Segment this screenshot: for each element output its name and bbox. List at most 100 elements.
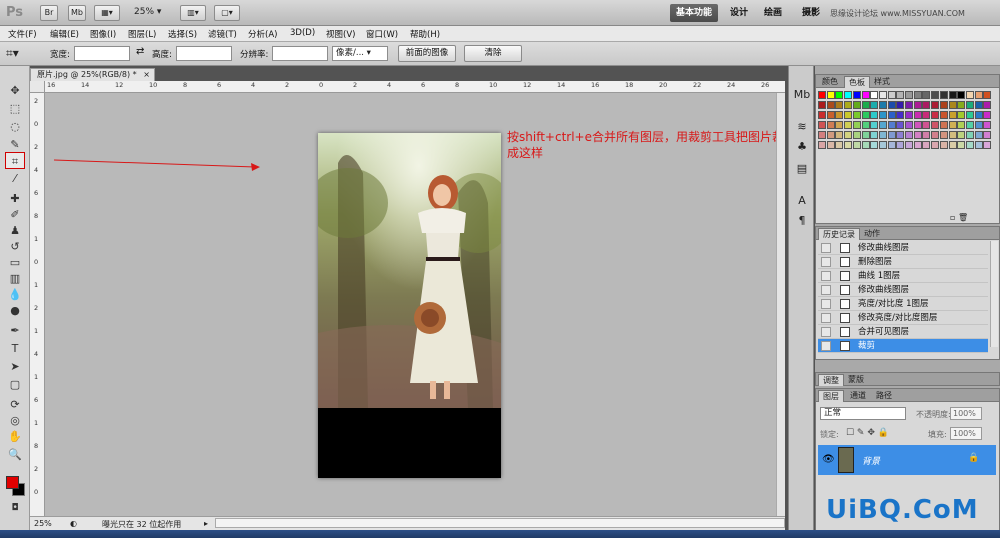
color-swatch[interactable] xyxy=(974,91,983,99)
clone-source-panel-icon[interactable]: ♣ xyxy=(793,138,811,156)
color-swatch[interactable] xyxy=(905,101,913,109)
foreground-color-swatch[interactable] xyxy=(6,476,19,489)
history-item[interactable]: 修改曲线图层 xyxy=(818,283,988,297)
color-swatch[interactable] xyxy=(913,121,922,129)
color-swatch[interactable] xyxy=(922,91,931,99)
color-swatch[interactable] xyxy=(835,111,844,119)
color-swatch[interactable] xyxy=(939,121,948,129)
history-item[interactable]: 修改曲线图层 xyxy=(818,241,988,255)
color-swatch[interactable] xyxy=(878,141,887,149)
color-swatch[interactable] xyxy=(887,101,896,109)
workspace-painting[interactable]: 绘画 xyxy=(758,4,788,22)
height-input[interactable] xyxy=(176,46,232,61)
crop-tool-icon[interactable]: ⌗ xyxy=(5,152,25,169)
color-swatch[interactable] xyxy=(965,111,974,119)
opacity-input[interactable]: 100% xyxy=(950,407,982,420)
tool-presets-panel-icon[interactable]: ▤ xyxy=(793,160,811,178)
brush-presets-panel-icon[interactable]: ≋ xyxy=(793,118,811,136)
horizontal-scrollbar[interactable] xyxy=(215,518,785,528)
history-snapshot-checkbox[interactable] xyxy=(821,257,831,267)
color-swatch[interactable] xyxy=(818,141,826,149)
menu-window[interactable]: 窗口(W) xyxy=(366,28,398,40)
history-item[interactable]: 删除图层 xyxy=(818,255,988,269)
menu-edit[interactable]: 编辑(E) xyxy=(50,28,79,40)
3d-orbit-tool-icon[interactable]: ◎ xyxy=(5,412,25,429)
menu-layer[interactable]: 图层(L) xyxy=(128,28,156,40)
color-swatch[interactable] xyxy=(948,131,957,139)
brush-tool-icon[interactable]: ✐ xyxy=(5,206,25,223)
color-swatch[interactable] xyxy=(818,91,826,99)
color-swatch[interactable] xyxy=(852,121,861,129)
color-swatch[interactable] xyxy=(922,101,931,109)
color-swatch[interactable] xyxy=(878,111,887,119)
menu-file[interactable]: 文件(F) xyxy=(8,28,37,40)
vertical-scrollbar[interactable] xyxy=(776,93,785,516)
layer-visibility-eye-icon[interactable]: 👁 xyxy=(822,454,835,465)
lock-icons[interactable]: ☐ ✎ ✥ 🔒 xyxy=(846,428,889,438)
color-swatch[interactable] xyxy=(939,91,948,99)
color-swatch[interactable] xyxy=(835,101,844,109)
color-swatch[interactable] xyxy=(948,101,957,109)
color-swatch[interactable] xyxy=(878,121,887,129)
color-swatch[interactable] xyxy=(861,141,870,149)
move-tool-icon[interactable]: ✥ xyxy=(5,82,25,99)
menu-view[interactable]: 视图(V) xyxy=(326,28,355,40)
color-swatch[interactable] xyxy=(878,91,887,99)
menu-3d[interactable]: 3D(D) xyxy=(290,28,315,38)
history-scrollbar[interactable] xyxy=(990,241,998,347)
pen-tool-icon[interactable]: ✒ xyxy=(5,322,25,339)
color-swatch[interactable] xyxy=(939,131,948,139)
color-swatch[interactable] xyxy=(818,131,826,139)
color-swatch[interactable] xyxy=(852,91,861,99)
color-swatch[interactable] xyxy=(844,141,853,149)
quick-select-tool-icon[interactable]: ✎ xyxy=(5,136,25,153)
path-select-tool-icon[interactable]: ➤ xyxy=(5,358,25,375)
history-item[interactable]: 曲线 1图层 xyxy=(818,269,988,283)
color-swatch[interactable] xyxy=(983,121,992,129)
color-swatch[interactable] xyxy=(826,131,835,139)
color-swatch[interactable] xyxy=(974,121,983,129)
color-swatch[interactable] xyxy=(896,121,905,129)
color-swatch[interactable] xyxy=(826,141,835,149)
tab-color[interactable]: 颜色 xyxy=(818,76,842,88)
status-menu-icon[interactable]: ▸ xyxy=(204,519,208,528)
color-swatch[interactable] xyxy=(948,111,957,119)
color-swatch[interactable] xyxy=(905,141,913,149)
menu-analysis[interactable]: 分析(A) xyxy=(248,28,277,40)
color-swatch[interactable] xyxy=(974,111,983,119)
color-swatch[interactable] xyxy=(852,101,861,109)
color-swatch[interactable] xyxy=(887,91,896,99)
color-swatch[interactable] xyxy=(896,91,905,99)
color-swatch[interactable] xyxy=(939,101,948,109)
color-swatch[interactable] xyxy=(861,111,870,119)
color-swatch[interactable] xyxy=(939,141,948,149)
color-swatch[interactable] xyxy=(844,131,853,139)
color-swatch[interactable] xyxy=(957,101,966,109)
color-swatch[interactable] xyxy=(931,111,940,119)
color-swatch[interactable] xyxy=(887,121,896,129)
color-swatch[interactable] xyxy=(957,141,966,149)
color-swatch[interactable] xyxy=(826,101,835,109)
color-swatch[interactable] xyxy=(861,101,870,109)
color-swatch[interactable] xyxy=(870,121,879,129)
history-item[interactable]: 修改亮度/对比度图层 xyxy=(818,311,988,325)
view-extras-button[interactable]: ▦▾ xyxy=(94,5,120,21)
color-swatch[interactable] xyxy=(913,101,922,109)
color-swatch[interactable] xyxy=(905,111,913,119)
color-swatch[interactable] xyxy=(870,141,879,149)
quick-mask-icon[interactable]: ◘ xyxy=(5,500,25,517)
marquee-tool-icon[interactable]: ⬚ xyxy=(5,100,25,117)
type-tool-icon[interactable]: T xyxy=(5,340,25,357)
color-swatch[interactable] xyxy=(957,91,966,99)
color-swatch[interactable] xyxy=(870,131,879,139)
color-swatch[interactable] xyxy=(870,91,879,99)
clear-button[interactable]: 清除 xyxy=(464,45,522,62)
close-document-icon[interactable]: × xyxy=(143,69,150,81)
color-swatch[interactable] xyxy=(965,131,974,139)
tab-actions[interactable]: 动作 xyxy=(860,228,884,240)
color-swatch[interactable] xyxy=(913,141,922,149)
arrange-documents-button[interactable]: ▥▾ xyxy=(180,5,206,21)
history-item[interactable]: 裁剪 xyxy=(818,339,988,353)
color-swatch[interactable] xyxy=(887,141,896,149)
mini-bridge-button[interactable]: Mb xyxy=(68,5,86,21)
